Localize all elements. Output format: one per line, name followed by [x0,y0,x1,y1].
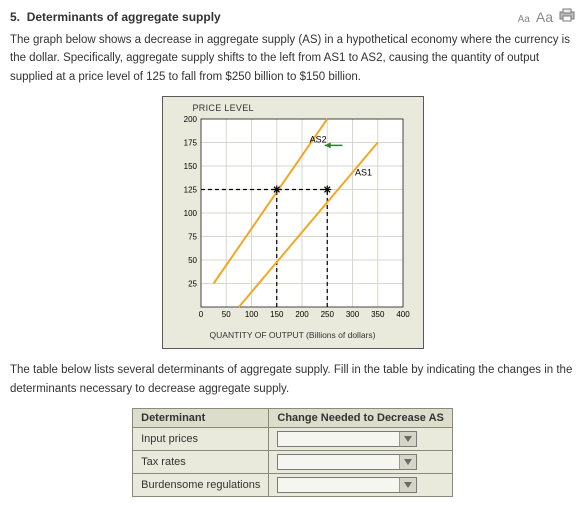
determinant-cell: Burdensome regulations [133,473,269,496]
svg-text:300: 300 [345,310,359,319]
print-icon[interactable] [559,8,575,22]
svg-text:200: 200 [295,310,309,319]
col-header-determinant: Determinant [133,408,269,427]
table-intro-paragraph: The table below lists several determinan… [10,361,575,398]
chevron-down-icon [399,432,416,446]
change-cell [269,473,452,496]
svg-text:150: 150 [183,162,197,171]
svg-text:50: 50 [188,256,197,265]
determinant-cell: Input prices [133,427,269,450]
determinants-table: Determinant Change Needed to Decrease AS… [132,408,453,497]
change-dropdown[interactable] [277,454,417,470]
svg-text:0: 0 [198,310,203,319]
svg-text:250: 250 [320,310,334,319]
question-title-text: Determinants of aggregate supply [27,10,221,24]
chart-box: PRICE LEVEL AS2 AS1 0 50 100 150 200 250 300 350 4… [162,96,424,349]
svg-text:125: 125 [183,186,197,195]
table-row: Tax rates [133,450,453,473]
svg-text:25: 25 [188,280,197,289]
svg-text:100: 100 [183,209,197,218]
change-cell [269,450,452,473]
table-row: Input prices [133,427,453,450]
svg-text:150: 150 [270,310,284,319]
svg-text:75: 75 [188,233,197,242]
header-tools: Aa Aa [518,8,575,25]
font-decrease-button[interactable]: Aa [518,14,530,25]
intro-paragraph: The graph below shows a decrease in aggr… [10,31,575,86]
change-cell [269,427,452,450]
font-increase-button[interactable]: Aa [536,9,553,25]
svg-text:175: 175 [183,139,197,148]
svg-text:50: 50 [221,310,230,319]
chart-container: PRICE LEVEL AS2 AS1 0 50 100 150 200 250 300 350 4… [10,96,575,349]
svg-text:350: 350 [371,310,385,319]
svg-text:100: 100 [244,310,258,319]
svg-text:200: 200 [183,115,197,124]
change-dropdown[interactable] [277,431,417,447]
chevron-down-icon [399,478,416,492]
y-axis-label: PRICE LEVEL [193,103,413,113]
chevron-down-icon [399,455,416,469]
x-axis-label: QUANTITY OF OUTPUT (Billions of dollars) [173,330,413,340]
determinant-cell: Tax rates [133,450,269,473]
change-dropdown[interactable] [277,477,417,493]
svg-text:400: 400 [396,310,410,319]
determinants-table-wrap: Determinant Change Needed to Decrease AS… [10,408,575,497]
col-header-change: Change Needed to Decrease AS [269,408,452,427]
question-header: 5. Determinants of aggregate supply Aa A… [10,8,575,25]
svg-text:AS1: AS1 [355,168,372,178]
question-number: 5. [10,10,20,24]
as-chart: AS2 AS1 0 50 100 150 200 250 300 350 400 25 50 75 100 1… [173,115,413,325]
table-row: Burdensome regulations [133,473,453,496]
svg-text:AS2: AS2 [309,135,326,145]
question-title: 5. Determinants of aggregate supply [10,10,221,24]
